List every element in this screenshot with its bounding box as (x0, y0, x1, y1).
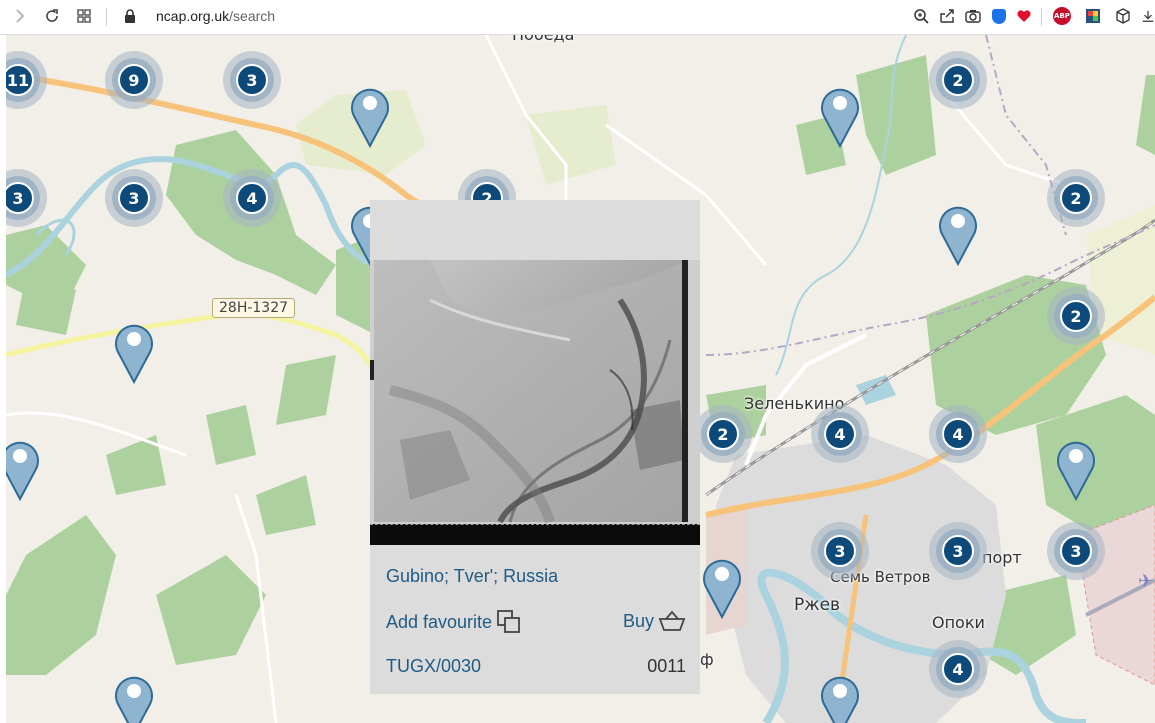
place-label: Победа (512, 35, 574, 44)
cluster-count: 9 (118, 64, 150, 96)
shield-extension-icon[interactable] (989, 6, 1009, 26)
photo-location-link[interactable]: Gubino; Tver'; Russia (386, 566, 558, 587)
map-cluster[interactable]: 3 (1047, 522, 1105, 580)
cluster-count: 11 (6, 64, 34, 96)
place-label: Опоки (932, 613, 985, 632)
cluster-count: 2 (707, 418, 739, 450)
map-marker-pin[interactable] (819, 84, 861, 148)
apps-grid-icon[interactable] (74, 6, 94, 26)
extension-icon[interactable] (1083, 6, 1103, 26)
map-cluster[interactable]: 2 (1047, 287, 1105, 345)
place-label: Ржев (794, 595, 841, 615)
map-cluster[interactable]: 3 (223, 51, 281, 109)
airport-icon: ✈ (1138, 571, 1154, 592)
map-cluster[interactable]: 2 (1047, 169, 1105, 227)
map-marker-pin[interactable] (937, 202, 979, 266)
favourite-copy-icon (497, 610, 520, 633)
cluster-count: 4 (824, 418, 856, 450)
cluster-count: 4 (236, 182, 268, 214)
road-shield: 28H-1327 (212, 298, 296, 318)
place-label: порт (982, 548, 1022, 567)
frame-number: 0011 (647, 656, 686, 676)
camera-icon[interactable] (963, 6, 983, 26)
map-cluster[interactable]: 9 (105, 51, 163, 109)
map-cluster[interactable]: 4 (223, 169, 281, 227)
cluster-count: 4 (942, 653, 974, 685)
download-icon[interactable] (1141, 6, 1155, 26)
buy-button[interactable]: Buy (623, 610, 686, 632)
forward-icon[interactable] (10, 6, 30, 26)
basket-icon (658, 610, 686, 631)
map-marker-pin[interactable] (6, 437, 41, 501)
zoom-icon[interactable] (911, 6, 931, 26)
map-marker-pin[interactable] (701, 555, 743, 619)
address-bar-url[interactable]: ncap.org.uk/search (156, 8, 275, 24)
cluster-count: 3 (236, 64, 268, 96)
cluster-count: 3 (942, 535, 974, 567)
aerial-photo[interactable] (370, 260, 700, 524)
photo-caption-bar (370, 524, 700, 545)
map-marker-pin[interactable] (113, 320, 155, 384)
cluster-count: 2 (1060, 300, 1092, 332)
map-cluster[interactable]: 4 (811, 405, 869, 463)
cluster-count: 2 (942, 64, 974, 96)
cluster-count: 3 (824, 535, 856, 567)
abp-label: ABP (1053, 7, 1071, 25)
map-marker-pin[interactable] (349, 84, 391, 148)
map-cluster[interactable]: 3 (105, 169, 163, 227)
buy-label: Buy (622, 610, 654, 631)
cluster-count: 4 (942, 418, 974, 450)
toolbar-divider (106, 8, 107, 26)
cluster-count: 3 (6, 182, 34, 214)
cluster-count: 3 (1060, 535, 1092, 567)
map-cluster[interactable]: 3 (929, 522, 987, 580)
map-cluster[interactable]: 4 (929, 405, 987, 463)
map-marker-pin[interactable] (819, 672, 861, 723)
map-cluster[interactable]: 2 (694, 405, 752, 463)
map-marker-pin[interactable] (113, 672, 155, 723)
photo-popup: Gubino; Tver'; Russia Add favourite Buy … (370, 200, 700, 694)
map-cluster[interactable]: 2 (929, 51, 987, 109)
browser-toolbar: ncap.org.uk/search ABP (0, 0, 1155, 35)
place-label: ф (700, 650, 714, 669)
lock-icon[interactable] (120, 6, 140, 26)
cluster-count: 3 (118, 182, 150, 214)
heart-icon[interactable] (1014, 6, 1034, 26)
url-path: /search (229, 8, 276, 24)
map-marker-pin[interactable] (1055, 437, 1097, 501)
url-host: ncap.org.uk (156, 8, 230, 24)
reload-icon[interactable] (42, 6, 62, 26)
cube-icon[interactable] (1113, 6, 1133, 26)
map-cluster[interactable]: 4 (929, 640, 987, 698)
share-icon[interactable] (937, 6, 957, 26)
adblock-plus-icon[interactable]: ABP (1052, 6, 1072, 26)
toolbar-divider (1041, 8, 1042, 26)
cluster-count: 2 (1060, 182, 1092, 214)
sortie-reference-link[interactable]: TUGX/0030 (386, 656, 481, 677)
add-favourite-button[interactable]: Add favourite (386, 610, 522, 634)
add-favourite-label: Add favourite (386, 611, 493, 632)
map-cluster[interactable]: 3 (811, 522, 869, 580)
